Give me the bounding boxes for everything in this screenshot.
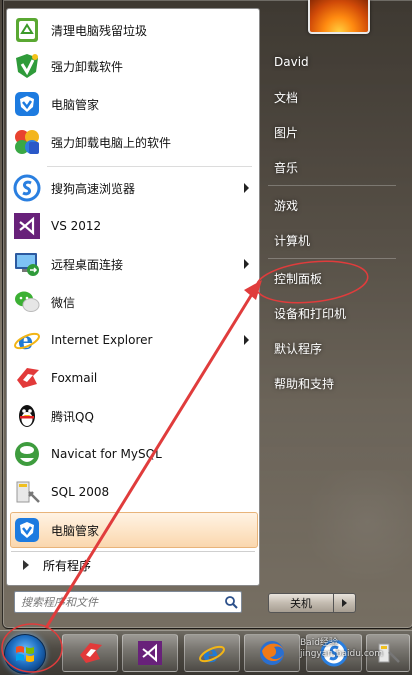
start-menu-programs-panel: 清理电脑残留垃圾 强力卸载软件 电脑管家 强力卸载电脑上的软件 搜狗高速浏览器 …: [6, 8, 260, 586]
right-item-user[interactable]: David: [264, 50, 402, 74]
program-label: 腾讯QQ: [51, 409, 94, 424]
program-label: 远程桌面连接: [51, 257, 124, 272]
program-label: 搜狗高速浏览器: [51, 181, 136, 196]
right-item-documents[interactable]: 文档: [264, 85, 402, 109]
program-item[interactable]: Navicat for MySQL: [11, 437, 255, 471]
right-item-help-support[interactable]: 帮助和支持: [264, 371, 402, 395]
all-programs-button[interactable]: 所有程序: [11, 554, 255, 576]
internet-explorer-icon: e: [199, 639, 225, 667]
divider: [11, 551, 255, 552]
program-label: Navicat for MySQL: [51, 447, 162, 461]
program-label: Foxmail: [51, 371, 98, 385]
windows-logo-icon: [16, 646, 34, 662]
submenu-arrow-icon: [244, 259, 249, 269]
taskbar-foxmail-button[interactable]: [62, 634, 118, 672]
watermark: Baid经验 jingyan.baidu.com: [300, 638, 384, 659]
navicat-icon: [11, 438, 43, 470]
qq-penguin-icon: [11, 400, 43, 432]
program-label: Internet Explorer: [51, 333, 153, 347]
program-item[interactable]: 搜狗高速浏览器: [11, 171, 255, 205]
shutdown-options-button[interactable]: [334, 593, 356, 613]
divider: [268, 258, 396, 259]
foxmail-icon: [80, 643, 102, 663]
right-item-computer[interactable]: 计算机: [264, 228, 402, 252]
foxmail-icon: [11, 362, 43, 394]
program-item[interactable]: e Internet Explorer: [11, 323, 255, 357]
program-item-highlighted[interactable]: 电脑管家: [10, 512, 258, 548]
search-icon[interactable]: [221, 593, 241, 611]
recycle-bin-icon: [11, 14, 43, 46]
all-programs-label: 所有程序: [43, 558, 92, 573]
program-item[interactable]: 微信: [11, 285, 255, 319]
submenu-arrow-icon: [244, 335, 249, 345]
program-label: 微信: [51, 295, 76, 310]
program-label: VS 2012: [51, 219, 102, 233]
program-item[interactable]: 腾讯QQ: [11, 399, 255, 433]
internet-explorer-icon: e: [11, 324, 43, 356]
remote-desktop-icon: [11, 248, 43, 280]
right-item-control-panel[interactable]: 控制面板: [264, 266, 402, 290]
program-label: SQL 2008: [51, 485, 110, 499]
program-label: 强力卸载软件: [51, 59, 124, 74]
program-item[interactable]: 清理电脑残留垃圾: [11, 13, 255, 47]
program-label: 强力卸载电脑上的软件: [51, 135, 172, 150]
right-item-games[interactable]: 游戏: [264, 193, 402, 217]
visual-studio-icon: [11, 210, 43, 242]
divider: [47, 166, 252, 167]
program-item[interactable]: 远程桌面连接: [11, 247, 255, 281]
pc-manager-icon: [11, 514, 43, 546]
program-item[interactable]: 强力卸载电脑上的软件: [11, 125, 255, 159]
program-label: 清理电脑残留垃圾: [51, 23, 148, 38]
taskbar-visual-studio-button[interactable]: [122, 634, 178, 672]
right-item-default-programs[interactable]: 默认程序: [264, 336, 402, 360]
program-label: 电脑管家: [51, 97, 100, 112]
right-item-music[interactable]: 音乐: [264, 155, 402, 179]
chevron-right-icon: [342, 599, 347, 607]
right-item-devices-printers[interactable]: 设备和打印机: [264, 301, 402, 325]
divider: [268, 185, 396, 186]
program-item[interactable]: SQL 2008: [11, 475, 255, 509]
sql-server-icon: [11, 476, 43, 508]
uninstall-shield-icon: [11, 50, 43, 82]
search-box[interactable]: [14, 591, 242, 613]
taskbar-ie-button[interactable]: e: [184, 634, 240, 672]
program-item[interactable]: 电脑管家: [11, 87, 255, 121]
shutdown-button[interactable]: 关机: [268, 593, 334, 613]
wechat-icon: [11, 286, 43, 318]
search-input[interactable]: [19, 592, 221, 612]
submenu-arrow-icon: [244, 183, 249, 193]
program-item[interactable]: VS 2012: [11, 209, 255, 243]
program-item[interactable]: Foxmail: [11, 361, 255, 395]
start-button[interactable]: [4, 634, 46, 674]
right-item-pictures[interactable]: 图片: [264, 120, 402, 144]
sogou-browser-icon: [11, 172, 43, 204]
pc-manager-icon: [11, 88, 43, 120]
uninstall-pinwheel-icon: [11, 126, 43, 158]
program-label: 电脑管家: [51, 523, 100, 538]
visual-studio-icon: [138, 641, 162, 665]
firefox-icon: [260, 641, 284, 665]
user-avatar[interactable]: [308, 0, 370, 34]
taskbar-firefox-button[interactable]: [244, 634, 300, 672]
program-item[interactable]: 强力卸载软件: [11, 49, 255, 83]
expand-arrow-icon: [23, 560, 29, 570]
